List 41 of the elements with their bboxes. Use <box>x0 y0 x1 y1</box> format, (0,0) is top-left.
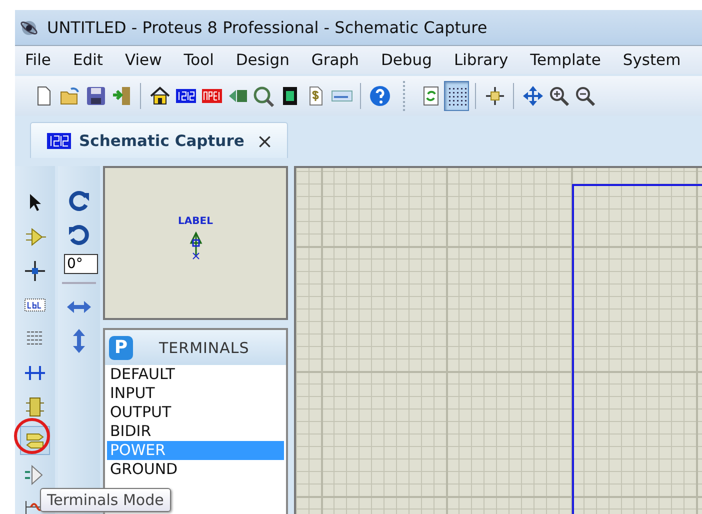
pan-icon <box>522 85 544 107</box>
zoom-out-icon <box>574 85 596 107</box>
toolbar-button[interactable] <box>444 81 469 111</box>
pick-button[interactable]: P <box>109 336 133 360</box>
terminal-symbol-drawing <box>188 231 204 261</box>
subcircuit-icon <box>23 394 47 418</box>
list-item[interactable]: BIDIR <box>107 422 284 441</box>
menu-item[interactable]: Debug <box>380 51 432 69</box>
magnifier-icon <box>252 85 274 107</box>
rotate-clockwise-icon <box>66 188 92 214</box>
list-item[interactable]: GROUND <box>107 460 284 479</box>
angle-field[interactable]: 0° <box>64 254 98 274</box>
menu-item[interactable]: Tool <box>184 51 214 69</box>
menu-item[interactable]: View <box>124 51 162 69</box>
menu-item[interactable]: Template <box>530 51 601 69</box>
tab-label: Schematic Capture <box>79 132 244 150</box>
schematic-tab[interactable]: Schematic Capture × <box>30 122 288 158</box>
window-title: UNTITLED - Proteus 8 Professional - Schematic Capture <box>47 18 488 37</box>
menu-item[interactable]: Design <box>236 51 290 69</box>
home-icon <box>148 85 170 107</box>
selector-title: TERMINALS <box>159 338 250 356</box>
junction-icon <box>23 258 47 282</box>
preview-label: LABEL <box>178 216 213 227</box>
folder-icon <box>58 85 80 107</box>
list-item[interactable]: OUTPUT <box>107 403 284 422</box>
close-button[interactable]: × <box>252 128 274 152</box>
menu-item[interactable]: Library <box>454 51 508 69</box>
menu-item[interactable]: File <box>25 51 51 69</box>
save-icon <box>84 85 106 107</box>
schematic-logo-icon <box>47 132 71 148</box>
menu-item[interactable]: System <box>622 51 681 69</box>
zoom-in-icon <box>548 85 570 107</box>
tooltip: Terminals Mode <box>40 488 171 512</box>
door-icon <box>110 85 132 107</box>
menu-item[interactable]: Edit <box>72 51 103 69</box>
list-item[interactable]: INPUT <box>107 384 284 403</box>
list-item[interactable]: DEFAULT <box>107 365 284 384</box>
help-icon <box>368 85 390 107</box>
origin-icon <box>484 85 506 107</box>
menu-item[interactable]: Graph <box>311 51 359 69</box>
rotate-counterclockwise-icon <box>66 222 92 248</box>
